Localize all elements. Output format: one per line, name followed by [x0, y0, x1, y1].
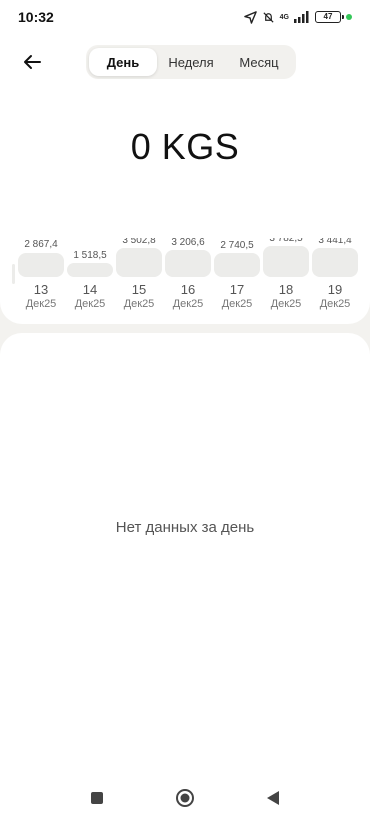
day-strip: 2 867,4 13 Дек25 1 518,5 14 Дек25 3 502,… — [12, 238, 370, 318]
day-month: Дек25 — [172, 298, 204, 310]
day-item[interactable]: 3 441,4 19 Дек25 — [311, 238, 359, 311]
day-bar — [165, 250, 211, 277]
period-switcher: День Неделя Месяц — [86, 45, 296, 79]
day-value: 3 206,6 — [171, 238, 205, 248]
day-item[interactable]: 2 867,4 13 Дек25 — [17, 238, 65, 311]
day-number: 16 — [180, 282, 196, 297]
day-number: 19 — [327, 282, 343, 297]
screen: 10:32 4G 47 День Неделя Месяц 0 KGS 2 86… — [0, 0, 370, 822]
system-nav-bar — [0, 774, 370, 822]
day-item[interactable]: 2 740,5 17 Дек25 — [213, 238, 261, 311]
day-value: 3 502,8 — [122, 238, 156, 246]
day-value: 2 867,4 — [24, 239, 58, 250]
status-icons: 4G 47 — [243, 10, 352, 24]
day-number: 14 — [82, 282, 98, 297]
day-bar — [18, 253, 64, 277]
home-button[interactable] — [172, 785, 198, 811]
day-item[interactable]: 1 518,5 14 Дек25 — [66, 238, 114, 311]
privacy-indicator-dot — [346, 14, 352, 20]
arrow-left-icon — [24, 55, 41, 69]
total-amount: 0 KGS — [130, 126, 240, 167]
day-month: Дек25 — [319, 298, 351, 310]
day-month: Дек25 — [270, 298, 302, 310]
day-value: 3 441,4 — [318, 238, 352, 246]
day-value: 2 740,5 — [220, 240, 254, 251]
tab-week[interactable]: Неделя — [157, 48, 225, 76]
day-item[interactable]: 3 206,6 16 Дек25 — [164, 238, 212, 311]
transactions-card: Нет данных за день — [0, 333, 370, 822]
back-button[interactable] — [16, 48, 48, 76]
empty-state-message: Нет данных за день — [115, 519, 255, 536]
day-value: 3 782,5 — [269, 238, 303, 244]
status-bar: 10:32 4G 47 — [0, 0, 370, 34]
tab-month[interactable]: Месяц — [225, 48, 293, 76]
battery-icon: 47 — [315, 11, 344, 23]
location-arrow-icon — [243, 10, 257, 24]
previous-day-stub[interactable] — [12, 264, 15, 284]
day-bar — [116, 248, 162, 277]
day-item[interactable]: 3 782,5 18 Дек25 — [262, 238, 310, 311]
tab-day[interactable]: День — [89, 48, 157, 76]
day-bar — [263, 246, 309, 277]
signal-icon — [294, 11, 310, 23]
day-number: 13 — [33, 282, 49, 297]
back-nav-button[interactable] — [260, 785, 286, 811]
day-number: 15 — [131, 282, 147, 297]
mute-bell-icon — [262, 11, 275, 24]
day-value: 1 518,5 — [73, 250, 107, 261]
recent-apps-button[interactable] — [84, 785, 110, 811]
day-bar — [214, 253, 260, 277]
day-bar — [67, 263, 113, 277]
triangle-back-icon — [267, 791, 279, 805]
day-month: Дек25 — [123, 298, 155, 310]
day-month: Дек25 — [25, 298, 57, 310]
status-time: 10:32 — [18, 9, 54, 25]
square-icon — [91, 792, 103, 804]
day-bar — [312, 248, 358, 277]
day-number: 18 — [278, 282, 294, 297]
day-month: Дек25 — [221, 298, 253, 310]
day-month: Дек25 — [74, 298, 106, 310]
summary-card: День Неделя Месяц 0 KGS 2 867,4 13 Дек25… — [0, 34, 370, 324]
day-number: 17 — [229, 282, 245, 297]
circle-icon — [176, 789, 194, 807]
day-item[interactable]: 3 502,8 15 Дек25 — [115, 238, 163, 311]
network-label: 4G — [279, 13, 289, 21]
